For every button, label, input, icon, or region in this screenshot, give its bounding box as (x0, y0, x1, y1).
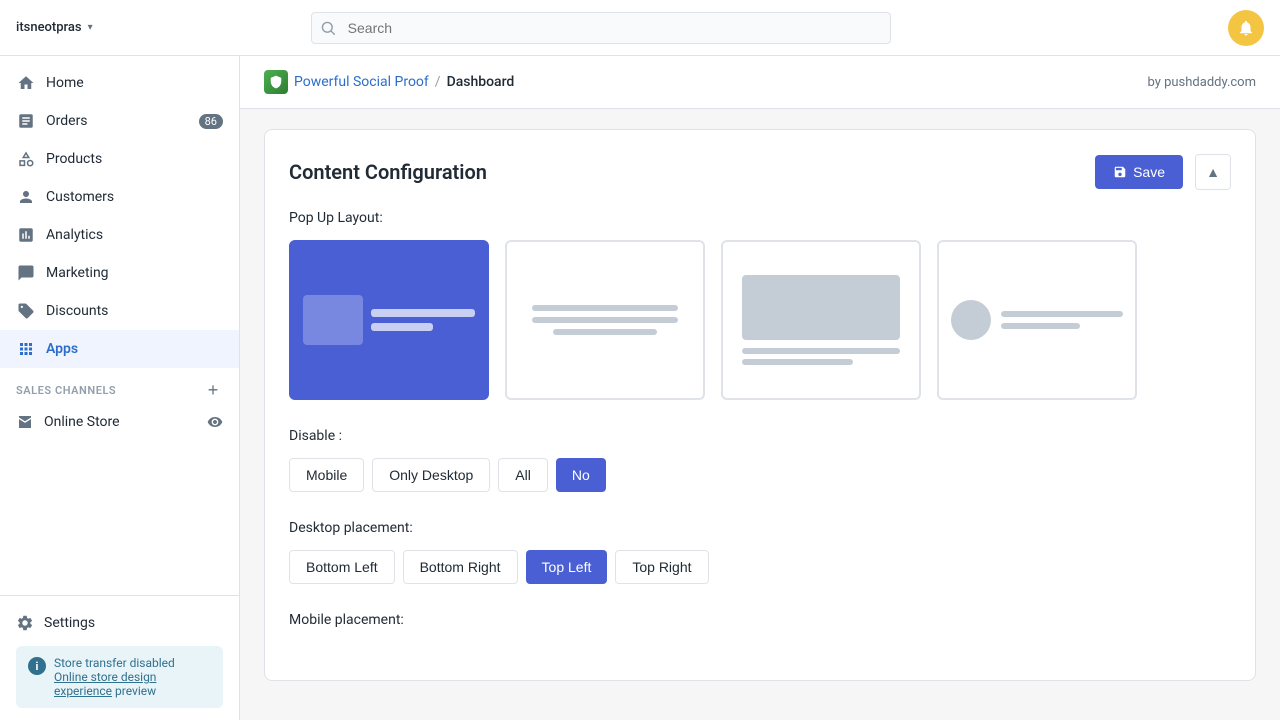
main-content: Powerful Social Proof / Dashboard by pus… (240, 56, 1280, 720)
breadcrumb-current-page: Dashboard (447, 74, 515, 90)
sidebar-item-products[interactable]: Products (0, 140, 239, 178)
search-icon (321, 21, 335, 35)
sales-channels-label: SALES CHANNELS (16, 384, 116, 397)
thumb2-content (519, 305, 691, 335)
info-icon: i (28, 657, 46, 675)
online-store-preview-button[interactable] (207, 414, 223, 430)
thumb1-image (303, 295, 363, 345)
layout-thumb-3[interactable] (721, 240, 921, 400)
save-button[interactable]: Save (1095, 155, 1183, 189)
sidebar-nav: Home Orders 86 Products Customers (0, 56, 239, 595)
sidebar-label-analytics: Analytics (46, 227, 103, 243)
sidebar-item-customers[interactable]: Customers (0, 178, 239, 216)
customers-icon (16, 187, 36, 207)
sidebar-label-home: Home (46, 75, 84, 91)
marketing-icon (16, 263, 36, 283)
settings-icon (16, 614, 34, 632)
sidebar-label-marketing: Marketing (46, 265, 109, 281)
desktop-placement-button-group: Bottom Left Bottom Right Top Left Top Ri… (289, 550, 1231, 584)
add-sales-channel-button[interactable]: + (203, 380, 223, 400)
breadcrumb-app-link[interactable]: Powerful Social Proof (294, 74, 429, 90)
sidebar-item-online-store[interactable]: Online Store (0, 404, 239, 440)
sidebar-label-products: Products (46, 151, 102, 167)
online-store-label: Online Store (44, 414, 120, 430)
sidebar-item-marketing[interactable]: Marketing (0, 254, 239, 292)
settings-label: Settings (44, 615, 95, 631)
store-selector[interactable]: itsneotpras ▾ (16, 20, 136, 35)
content-area: Content Configuration Save ▲ Pop Up Layo… (240, 109, 1280, 701)
store-chevron-icon: ▾ (88, 22, 93, 33)
placement-bottom-right-button[interactable]: Bottom Right (403, 550, 518, 584)
sidebar: Home Orders 86 Products Customers (0, 56, 240, 720)
app-layout: Home Orders 86 Products Customers (0, 56, 1280, 720)
breadcrumb-by-text: by pushdaddy.com (1147, 75, 1256, 90)
layout-options (289, 240, 1231, 400)
disable-button-group: Mobile Only Desktop All No (289, 458, 1231, 492)
thumb3-image (742, 275, 900, 340)
thumb4-content (951, 300, 1123, 340)
layout-thumb-2[interactable] (505, 240, 705, 400)
thumb3-content (733, 275, 909, 365)
sidebar-label-orders: Orders (46, 113, 88, 129)
search-input[interactable] (311, 12, 891, 44)
sidebar-label-customers: Customers (46, 189, 114, 205)
mobile-placement-section: Mobile placement: (289, 612, 1231, 628)
sidebar-item-analytics[interactable]: Analytics (0, 216, 239, 254)
layout-thumb-1[interactable] (289, 240, 489, 400)
online-store-icon (16, 413, 34, 431)
popup-layout-section: Pop Up Layout: (289, 210, 1231, 400)
thumb4-avatar (951, 300, 991, 340)
sales-channels-section: SALES CHANNELS + (0, 368, 239, 404)
products-icon (16, 149, 36, 169)
orders-icon (16, 111, 36, 131)
card-header: Content Configuration Save ▲ (289, 154, 1231, 190)
breadcrumb-bar: Powerful Social Proof / Dashboard by pus… (240, 56, 1280, 109)
store-transfer-notice: i Store transfer disabled Online store d… (16, 646, 223, 708)
analytics-icon (16, 225, 36, 245)
content-configuration-card: Content Configuration Save ▲ Pop Up Layo… (264, 129, 1256, 681)
home-icon (16, 73, 36, 93)
layout-thumb-4[interactable] (937, 240, 1137, 400)
sidebar-item-orders[interactable]: Orders 86 (0, 102, 239, 140)
placement-bottom-left-button[interactable]: Bottom Left (289, 550, 395, 584)
sidebar-item-home[interactable]: Home (0, 64, 239, 102)
sidebar-item-apps[interactable]: Apps (0, 330, 239, 368)
app-icon (264, 70, 288, 94)
discounts-icon (16, 301, 36, 321)
placement-top-right-button[interactable]: Top Right (615, 550, 708, 584)
desktop-placement-section: Desktop placement: Bottom Left Bottom Ri… (289, 520, 1231, 584)
breadcrumb: Powerful Social Proof / Dashboard (264, 70, 514, 94)
disable-no-button[interactable]: No (556, 458, 606, 492)
placement-top-left-button[interactable]: Top Left (526, 550, 608, 584)
collapse-button[interactable]: ▲ (1195, 154, 1231, 190)
sidebar-item-discounts[interactable]: Discounts (0, 292, 239, 330)
store-name: itsneotpras (16, 20, 82, 35)
disable-label: Disable : (289, 428, 1231, 444)
store-transfer-text: Store transfer disabled Online store des… (54, 656, 211, 698)
breadcrumb-separator: / (435, 74, 441, 90)
sidebar-footer: Settings i Store transfer disabled Onlin… (0, 595, 239, 720)
sidebar-item-settings[interactable]: Settings (16, 608, 223, 638)
orders-badge: 86 (199, 114, 223, 129)
disable-only-desktop-button[interactable]: Only Desktop (372, 458, 490, 492)
apps-icon (16, 339, 36, 359)
disable-all-button[interactable]: All (498, 458, 548, 492)
sidebar-label-apps: Apps (46, 341, 78, 357)
topbar: itsneotpras ▾ (0, 0, 1280, 56)
desktop-placement-label: Desktop placement: (289, 520, 1231, 536)
disable-section: Disable : Mobile Only Desktop All No (289, 428, 1231, 492)
sidebar-label-discounts: Discounts (46, 303, 108, 319)
save-label: Save (1133, 164, 1165, 180)
card-title: Content Configuration (289, 160, 487, 184)
search-bar (311, 12, 891, 44)
mobile-placement-label: Mobile placement: (289, 612, 1231, 628)
popup-layout-label: Pop Up Layout: (289, 210, 1231, 226)
thumb1-lines (371, 309, 475, 331)
topbar-right (1228, 10, 1264, 46)
notification-bell[interactable] (1228, 10, 1264, 46)
disable-mobile-button[interactable]: Mobile (289, 458, 364, 492)
